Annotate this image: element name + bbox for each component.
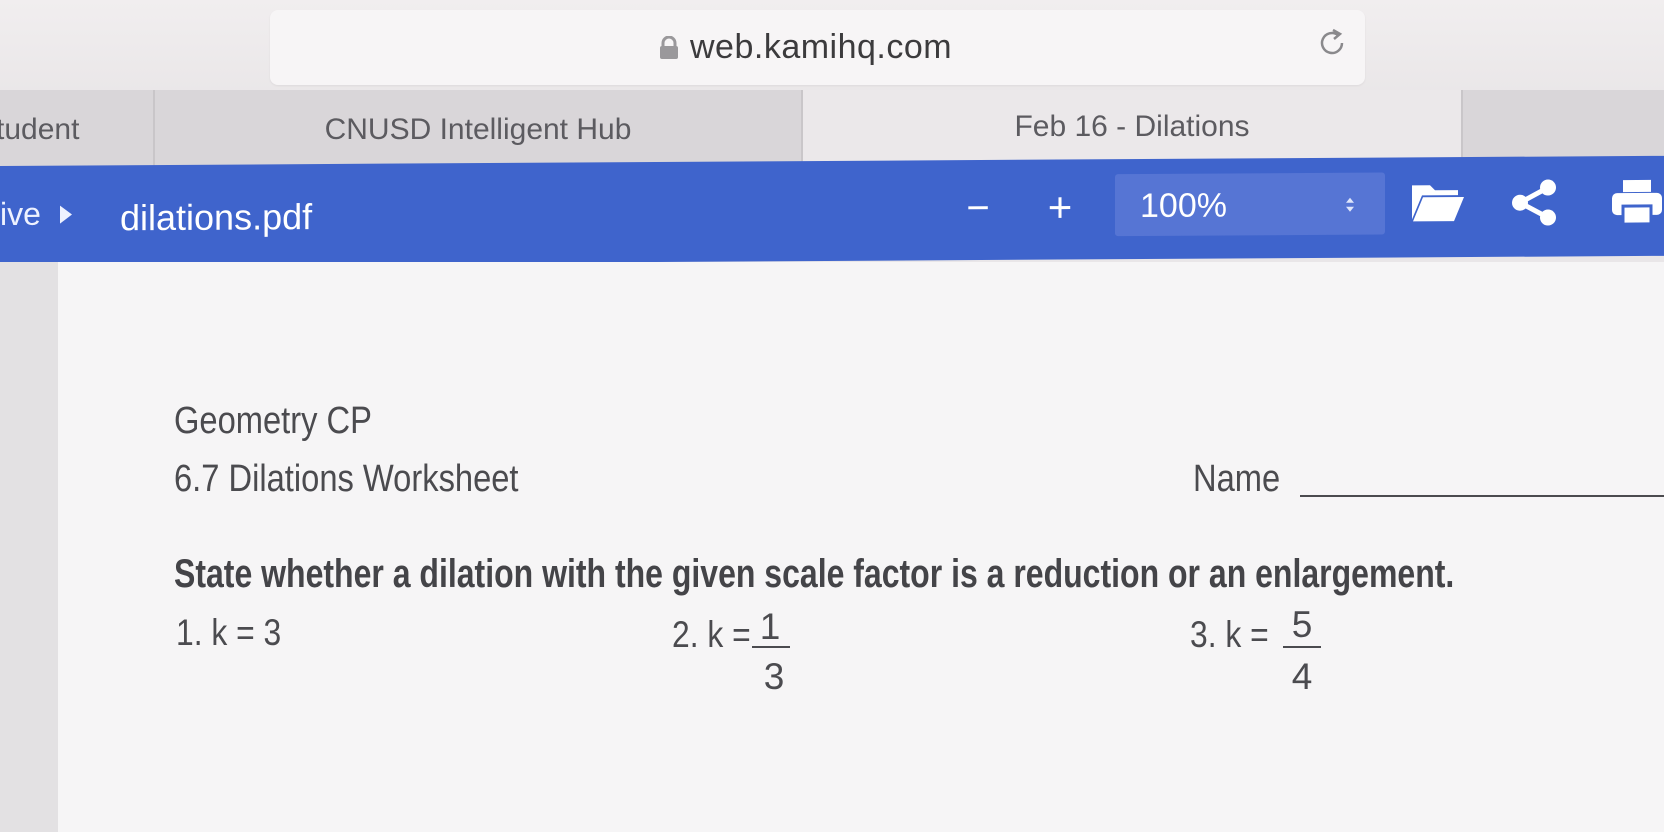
browser-chrome: web.kamihq.com tudent CNUSD Intelligent … — [0, 0, 1664, 170]
lock-icon — [660, 36, 678, 59]
problem-2-label: 2. k = — [672, 614, 751, 655]
problem-2-denominator: 3 — [763, 656, 785, 697]
tab-cnusd-hub[interactable]: CNUSD Intelligent Hub — [155, 90, 803, 170]
problem-3-fraction-bar — [1283, 646, 1321, 648]
file-name[interactable]: dilations.pdf — [120, 196, 312, 239]
tab-student[interactable]: tudent — [0, 90, 155, 170]
worksheet-title: 6.7 Dilations Worksheet — [174, 458, 519, 500]
reload-icon[interactable] — [1315, 26, 1349, 60]
problem-1: 1. k = 3 — [176, 612, 282, 653]
kami-toolbar: ive dilations.pdf − + 100% — [0, 155, 1664, 266]
instructions-text: State whether a dilation with the given … — [174, 552, 1455, 596]
tab-label: Feb 16 - Dilations — [1014, 110, 1250, 143]
tab-label: CNUSD Intelligent Hub — [324, 113, 632, 146]
problem-2-fraction-bar — [752, 646, 790, 648]
name-label: Name — [1193, 458, 1281, 500]
tab-label: tudent — [0, 113, 80, 146]
pdf-page[interactable] — [58, 262, 1664, 832]
problem-3-label: 3. k = — [1190, 614, 1269, 655]
zoom-out-button[interactable]: − — [958, 186, 998, 230]
chevron-right-icon — [60, 205, 72, 224]
folder-icon[interactable] — [1410, 179, 1466, 223]
problem-2-numerator: 1 — [759, 606, 781, 647]
print-icon[interactable] — [1610, 178, 1664, 226]
zoom-in-button[interactable]: + — [1040, 183, 1080, 230]
sort-caret-icon — [1346, 197, 1354, 212]
zoom-value: 100% — [1140, 186, 1227, 226]
share-icon[interactable] — [1510, 178, 1560, 226]
breadcrumb-drive[interactable]: ive — [0, 196, 41, 233]
course-title: Geometry CP — [174, 400, 372, 442]
name-blank-line[interactable] — [1300, 495, 1664, 497]
zoom-select[interactable]: 100% — [1115, 172, 1385, 237]
problem-3-numerator: 5 — [1291, 604, 1313, 645]
url-text[interactable]: web.kamihq.com — [690, 28, 952, 67]
problem-3-denominator: 4 — [1291, 656, 1313, 697]
